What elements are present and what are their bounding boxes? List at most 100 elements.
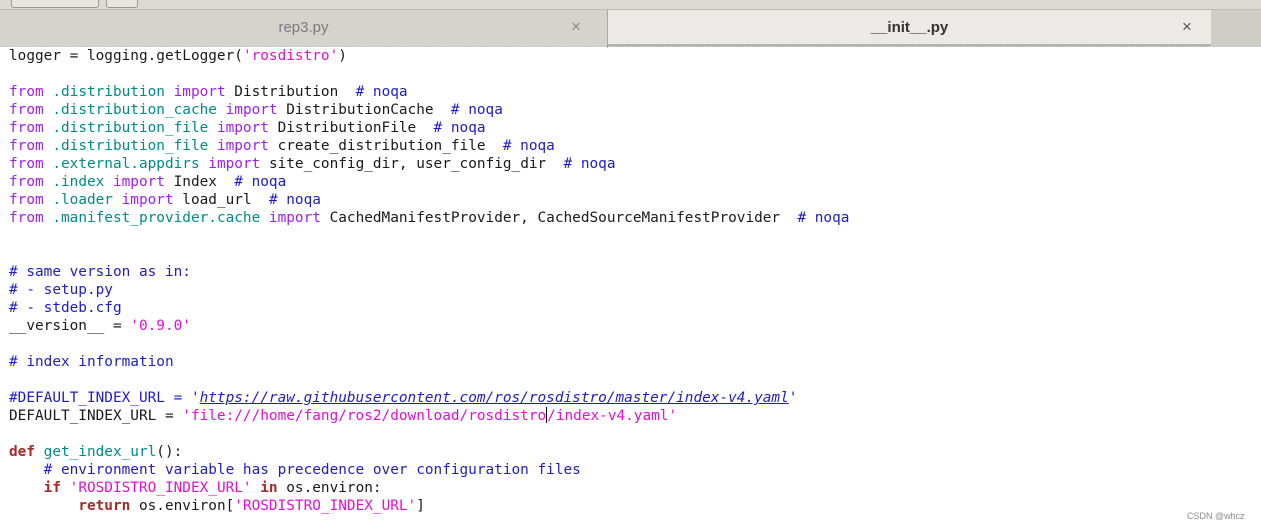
code-token: .distribution_file (52, 138, 209, 154)
code-token: 'ROSDISTRO_INDEX_URL' (234, 498, 417, 514)
window-top-strip (0, 0, 1261, 9)
code-line[interactable]: #DEFAULT_INDEX_URL = 'https://raw.github… (9, 389, 1254, 407)
code-token: import (164, 84, 235, 100)
code-token: from (9, 102, 53, 118)
code-token: # - setup.py (9, 282, 113, 298)
code-token: https://raw.githubusercontent.com/ros/ro… (199, 390, 789, 406)
code-token: CachedManifestProvider, CachedSourceMani… (329, 210, 798, 226)
toolbar-button[interactable] (106, 0, 138, 8)
code-token: Distribution (234, 84, 356, 100)
code-token: .external.appdirs (52, 156, 200, 172)
code-token: ] (416, 498, 425, 514)
code-token: import (199, 156, 269, 172)
code-line[interactable]: __version__ = '0.9.0' (9, 317, 1254, 335)
tab-label: __init__.py (870, 19, 949, 36)
code-token: import (112, 192, 183, 208)
code-token: .distribution_file (52, 120, 209, 136)
code-line[interactable]: # same version as in: (9, 263, 1254, 281)
code-line[interactable]: from .distribution import Distribution #… (9, 83, 1254, 101)
code-token: ) (338, 48, 347, 64)
code-line[interactable]: from .distribution_file import Distribut… (9, 119, 1254, 137)
code-token: from (9, 174, 53, 190)
code-token: # noqa (563, 156, 616, 172)
code-line[interactable]: return os.environ['ROSDISTRO_INDEX_URL'] (9, 497, 1254, 515)
code-line[interactable]: def get_index_url(): (9, 443, 1254, 461)
code-token: # index information (9, 354, 174, 370)
code-token: 'file:///home/fang/ros2/download/rosdist… (182, 408, 547, 424)
code-line[interactable] (9, 227, 1254, 245)
code-token: .distribution (52, 84, 165, 100)
code-token: from (9, 156, 53, 172)
code-token: __version__ = (9, 318, 131, 334)
code-token: os.environ: (286, 480, 382, 496)
code-token: import (208, 120, 278, 136)
code-token: def (9, 444, 44, 460)
code-token: 'rosdistro' (242, 48, 339, 64)
code-line[interactable] (9, 245, 1254, 263)
code-token: ' (788, 390, 798, 406)
tab-bar: rep3.py × __init__.py × (0, 9, 1261, 48)
code-token: import (104, 174, 174, 190)
code-token: /index-v4.yaml' (547, 408, 678, 424)
code-token: .loader (52, 192, 113, 208)
code-line[interactable]: from .distribution_file import create_di… (9, 137, 1254, 155)
code-token: from (9, 84, 53, 100)
code-editor[interactable]: logger = logging.getLogger('rosdistro') f… (9, 47, 1254, 515)
code-token: DistributionFile (277, 120, 434, 136)
code-line[interactable]: # index information (9, 353, 1254, 371)
code-token: .distribution_cache (52, 102, 217, 118)
code-token: # noqa (433, 120, 486, 136)
code-token: # noqa (234, 174, 287, 190)
close-icon[interactable]: × (1182, 17, 1192, 37)
code-token: load_url (182, 192, 269, 208)
code-line[interactable]: # - stdeb.cfg (9, 299, 1254, 317)
code-token: # noqa (268, 192, 321, 208)
code-line[interactable] (9, 335, 1254, 353)
tab-init[interactable]: __init__.py × (608, 10, 1211, 47)
code-token: from (9, 192, 53, 208)
tab-bar-filler (1211, 10, 1261, 47)
code-line[interactable] (9, 371, 1254, 389)
code-token: DEFAULT_INDEX_URL = (9, 408, 183, 424)
code-token: .index (52, 174, 105, 190)
code-token: DistributionCache (286, 102, 451, 118)
code-token: import (260, 210, 330, 226)
code-token: from (9, 138, 53, 154)
code-token: from (9, 120, 53, 136)
close-icon[interactable]: × (571, 17, 581, 37)
code-line[interactable]: if 'ROSDISTRO_INDEX_URL' in os.environ: (9, 479, 1254, 497)
watermark: CSDN @whcz (1187, 511, 1245, 521)
code-token: import (208, 138, 278, 154)
code-line[interactable]: # - setup.py (9, 281, 1254, 299)
code-line[interactable]: from .index import Index # noqa (9, 173, 1254, 191)
code-token: # - stdeb.cfg (9, 300, 122, 316)
code-token: logger = logging.getLogger( (9, 48, 243, 64)
code-token: if (43, 480, 70, 496)
code-line[interactable] (9, 65, 1254, 83)
code-token: in (251, 480, 287, 496)
toolbar-button[interactable] (11, 0, 99, 8)
code-token: from (9, 210, 53, 226)
code-line[interactable]: # environment variable has precedence ov… (9, 461, 1254, 479)
code-line[interactable] (9, 425, 1254, 443)
code-line[interactable]: from .loader import load_url # noqa (9, 191, 1254, 209)
code-token: # noqa (502, 138, 555, 154)
code-line[interactable]: logger = logging.getLogger('rosdistro') (9, 47, 1254, 65)
code-token: .manifest_provider.cache (52, 210, 261, 226)
tab-rep3[interactable]: rep3.py × (0, 10, 607, 47)
code-line[interactable]: from .manifest_provider.cache import Cac… (9, 209, 1254, 227)
code-line[interactable]: from .distribution_cache import Distribu… (9, 101, 1254, 119)
code-token: 'ROSDISTRO_INDEX_URL' (69, 480, 252, 496)
code-token: # noqa (797, 210, 850, 226)
code-token: # same version as in: (9, 264, 191, 280)
code-token: Index (173, 174, 235, 190)
code-line[interactable]: DEFAULT_INDEX_URL = 'file:///home/fang/r… (9, 407, 1254, 425)
code-line[interactable]: from .external.appdirs import site_confi… (9, 155, 1254, 173)
tab-label: rep3.py (278, 19, 329, 36)
code-token: os.environ[ (138, 498, 235, 514)
code-token: return (78, 498, 139, 514)
code-token: #DEFAULT_INDEX_URL = ' (9, 390, 200, 406)
